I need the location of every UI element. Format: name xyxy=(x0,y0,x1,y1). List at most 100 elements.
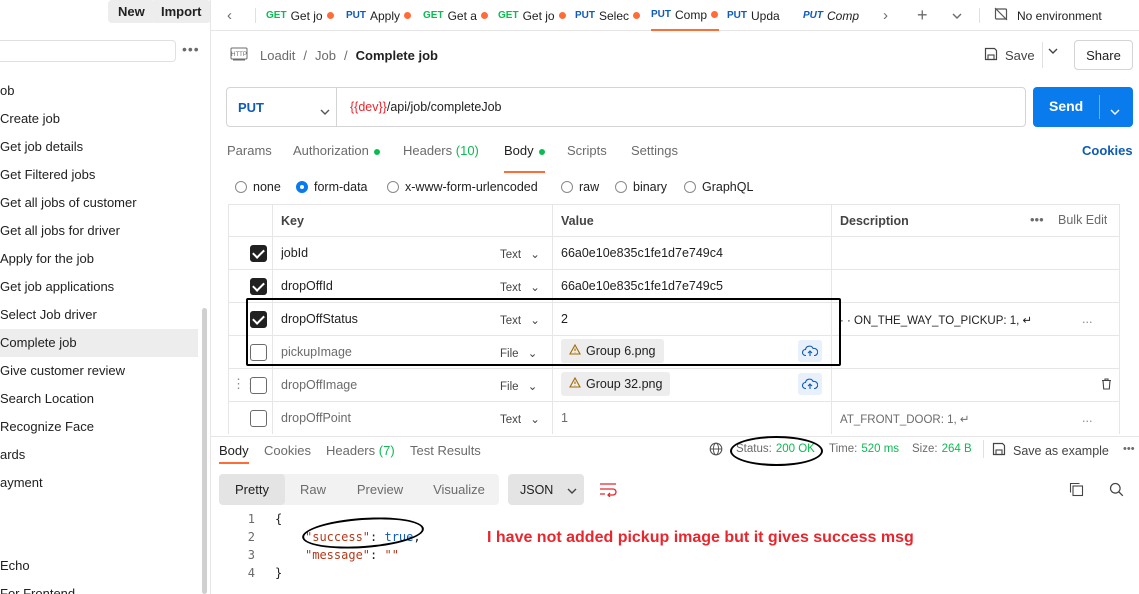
sidebar-item[interactable]: Get all jobs for driver xyxy=(0,217,198,245)
row-checkbox[interactable] xyxy=(250,410,267,427)
sidebar-item[interactable]: Get Filtered jobs xyxy=(0,161,198,189)
view-tab-visualize[interactable]: Visualize xyxy=(419,474,499,505)
response-more-icon[interactable]: ••• xyxy=(1123,443,1135,455)
body-type-urlencoded[interactable]: x-www-form-urlencoded xyxy=(387,180,538,194)
body-type-none[interactable]: none xyxy=(235,180,281,194)
bulk-edit-button[interactable]: Bulk Edit xyxy=(1058,213,1107,227)
sidebar-item[interactable]: Get job applications xyxy=(0,273,198,301)
row-value[interactable]: 1 xyxy=(561,411,568,425)
tab-headers[interactable]: Headers (10) xyxy=(403,143,479,161)
view-tab-raw[interactable]: Raw xyxy=(285,474,341,505)
tab-scroll-left-icon[interactable]: ‹ xyxy=(227,0,241,31)
globe-icon[interactable] xyxy=(709,442,723,459)
breadcrumb-collection[interactable]: Loadit xyxy=(260,48,295,63)
wrap-lines-icon[interactable] xyxy=(598,481,618,500)
sidebar-scrollbar[interactable] xyxy=(202,308,207,594)
tab-scripts[interactable]: Scripts xyxy=(567,143,607,161)
breadcrumb-current[interactable]: Complete job xyxy=(356,48,438,63)
upload-cloud-icon[interactable] xyxy=(798,373,822,395)
row-key[interactable]: dropOffPoint xyxy=(281,411,351,425)
row-description[interactable]: · · ON_THE_WAY_TO_PICKUP: 1, ↵ xyxy=(840,313,1050,327)
sidebar-item[interactable]: ob xyxy=(0,77,198,105)
save-options-chevron-icon[interactable] xyxy=(1048,48,1058,54)
sidebar-folder[interactable]: ayment xyxy=(0,469,198,497)
view-tab-pretty[interactable]: Pretty xyxy=(219,474,285,505)
request-tab[interactable]: GET Get jo xyxy=(266,0,336,31)
sidebar-folder[interactable]: Echo xyxy=(0,552,198,580)
send-options-chevron-icon[interactable] xyxy=(1110,104,1120,118)
row-checkbox[interactable] xyxy=(250,245,267,262)
collection-filter-input[interactable] xyxy=(0,40,176,62)
body-type-raw[interactable]: raw xyxy=(561,180,599,194)
request-tab[interactable]: PUT Apply xyxy=(346,0,416,31)
sidebar-item[interactable]: Get job details xyxy=(0,133,198,161)
save-as-example-button[interactable]: Save as example xyxy=(992,442,1109,459)
table-more-icon[interactable]: ••• xyxy=(1030,212,1044,227)
row-checkbox[interactable] xyxy=(250,377,267,394)
search-icon[interactable] xyxy=(1109,482,1124,500)
response-tab-cookies[interactable]: Cookies xyxy=(264,443,311,458)
request-tab[interactable]: PUT Selec xyxy=(575,0,645,31)
row-type-select[interactable]: Text ⌄ xyxy=(500,412,540,426)
sidebar-item[interactable]: Recognize Face xyxy=(0,413,198,441)
method-select[interactable]: PUT xyxy=(227,88,337,126)
body-type-graphql[interactable]: GraphQL xyxy=(684,180,753,194)
row-key[interactable]: dropOffImage xyxy=(281,378,357,392)
request-tab-active[interactable]: PUT Comp xyxy=(651,0,719,31)
tabs-dropdown-chevron-icon[interactable] xyxy=(952,0,966,31)
response-tab-headers[interactable]: Headers (7) xyxy=(326,443,395,458)
response-size[interactable]: Size: 264 B xyxy=(912,443,972,455)
sidebar-folder[interactable]: For Frontend xyxy=(0,580,198,594)
row-value[interactable]: 66a0e10e835c1fe1d7e749c4 xyxy=(561,246,723,260)
body-type-binary[interactable]: binary xyxy=(615,180,667,194)
row-key[interactable]: dropOffId xyxy=(281,279,333,293)
response-time[interactable]: Time: 520 ms xyxy=(829,443,899,455)
import-button[interactable]: Import xyxy=(151,0,210,23)
breadcrumb-folder[interactable]: Job xyxy=(315,48,336,63)
request-tab[interactable]: PUT Comp xyxy=(803,0,869,31)
tab-settings[interactable]: Settings xyxy=(631,143,678,161)
row-more-icon[interactable]: ... xyxy=(1082,312,1092,326)
tab-scroll-right-icon[interactable]: › xyxy=(883,0,895,31)
sidebar-item[interactable]: Select Job driver xyxy=(0,301,198,329)
environment-selector[interactable]: No environment xyxy=(994,0,1139,31)
tab-body[interactable]: Body xyxy=(504,143,545,173)
request-tab[interactable]: GET Get jo xyxy=(498,0,568,31)
copy-icon[interactable] xyxy=(1069,482,1084,500)
sidebar-item[interactable]: Search Location xyxy=(0,385,198,413)
sidebar-item[interactable]: Apply for the job xyxy=(0,245,198,273)
tab-params[interactable]: Params xyxy=(227,143,272,161)
sidebar-item[interactable]: Get all jobs of customer xyxy=(0,189,198,217)
row-value[interactable]: 66a0e10e835c1fe1d7e749c5 xyxy=(561,279,723,293)
format-select[interactable]: JSON xyxy=(508,474,584,505)
new-button[interactable]: New xyxy=(108,0,155,23)
save-button[interactable]: Save xyxy=(984,44,1035,66)
row-type-select[interactable]: Text ⌄ xyxy=(500,280,540,294)
row-checkbox[interactable] xyxy=(250,278,267,295)
request-tab[interactable]: PUT Upda xyxy=(727,0,793,31)
url-input[interactable]: {{dev}}/api/job/completeJob xyxy=(350,88,502,126)
response-tab-body[interactable]: Body xyxy=(219,443,249,464)
row-more-icon[interactable]: ... xyxy=(1082,411,1092,425)
sidebar-item[interactable]: Give customer review xyxy=(0,357,198,385)
trash-icon[interactable] xyxy=(1101,378,1112,393)
row-type-select[interactable]: File ⌄ xyxy=(500,379,537,393)
request-tab[interactable]: GET Get a xyxy=(423,0,493,31)
sidebar-more-icon[interactable]: ••• xyxy=(182,41,200,57)
cookies-link[interactable]: Cookies xyxy=(1082,143,1133,161)
new-tab-plus-icon[interactable]: + xyxy=(917,0,933,31)
body-type-form-data[interactable]: form-data xyxy=(296,180,368,194)
format-chevron-icon xyxy=(567,483,577,497)
row-type-select[interactable]: Text ⌄ xyxy=(500,247,540,261)
response-tab-test-results[interactable]: Test Results xyxy=(410,443,481,458)
share-button[interactable]: Share xyxy=(1074,40,1133,70)
tab-authorization[interactable]: Authorization xyxy=(293,143,380,161)
file-chip[interactable]: Group 32.png xyxy=(561,372,671,396)
row-description[interactable]: AT_FRONT_DOOR: 1, ↵ xyxy=(840,412,970,426)
sidebar-item[interactable]: Create job xyxy=(0,105,198,133)
view-tab-preview[interactable]: Preview xyxy=(343,474,417,505)
sidebar-folder[interactable]: ards xyxy=(0,441,198,469)
sidebar-item-active[interactable]: Complete job xyxy=(0,329,198,357)
send-button[interactable]: Send xyxy=(1033,87,1133,127)
row-key[interactable]: jobId xyxy=(281,246,308,260)
